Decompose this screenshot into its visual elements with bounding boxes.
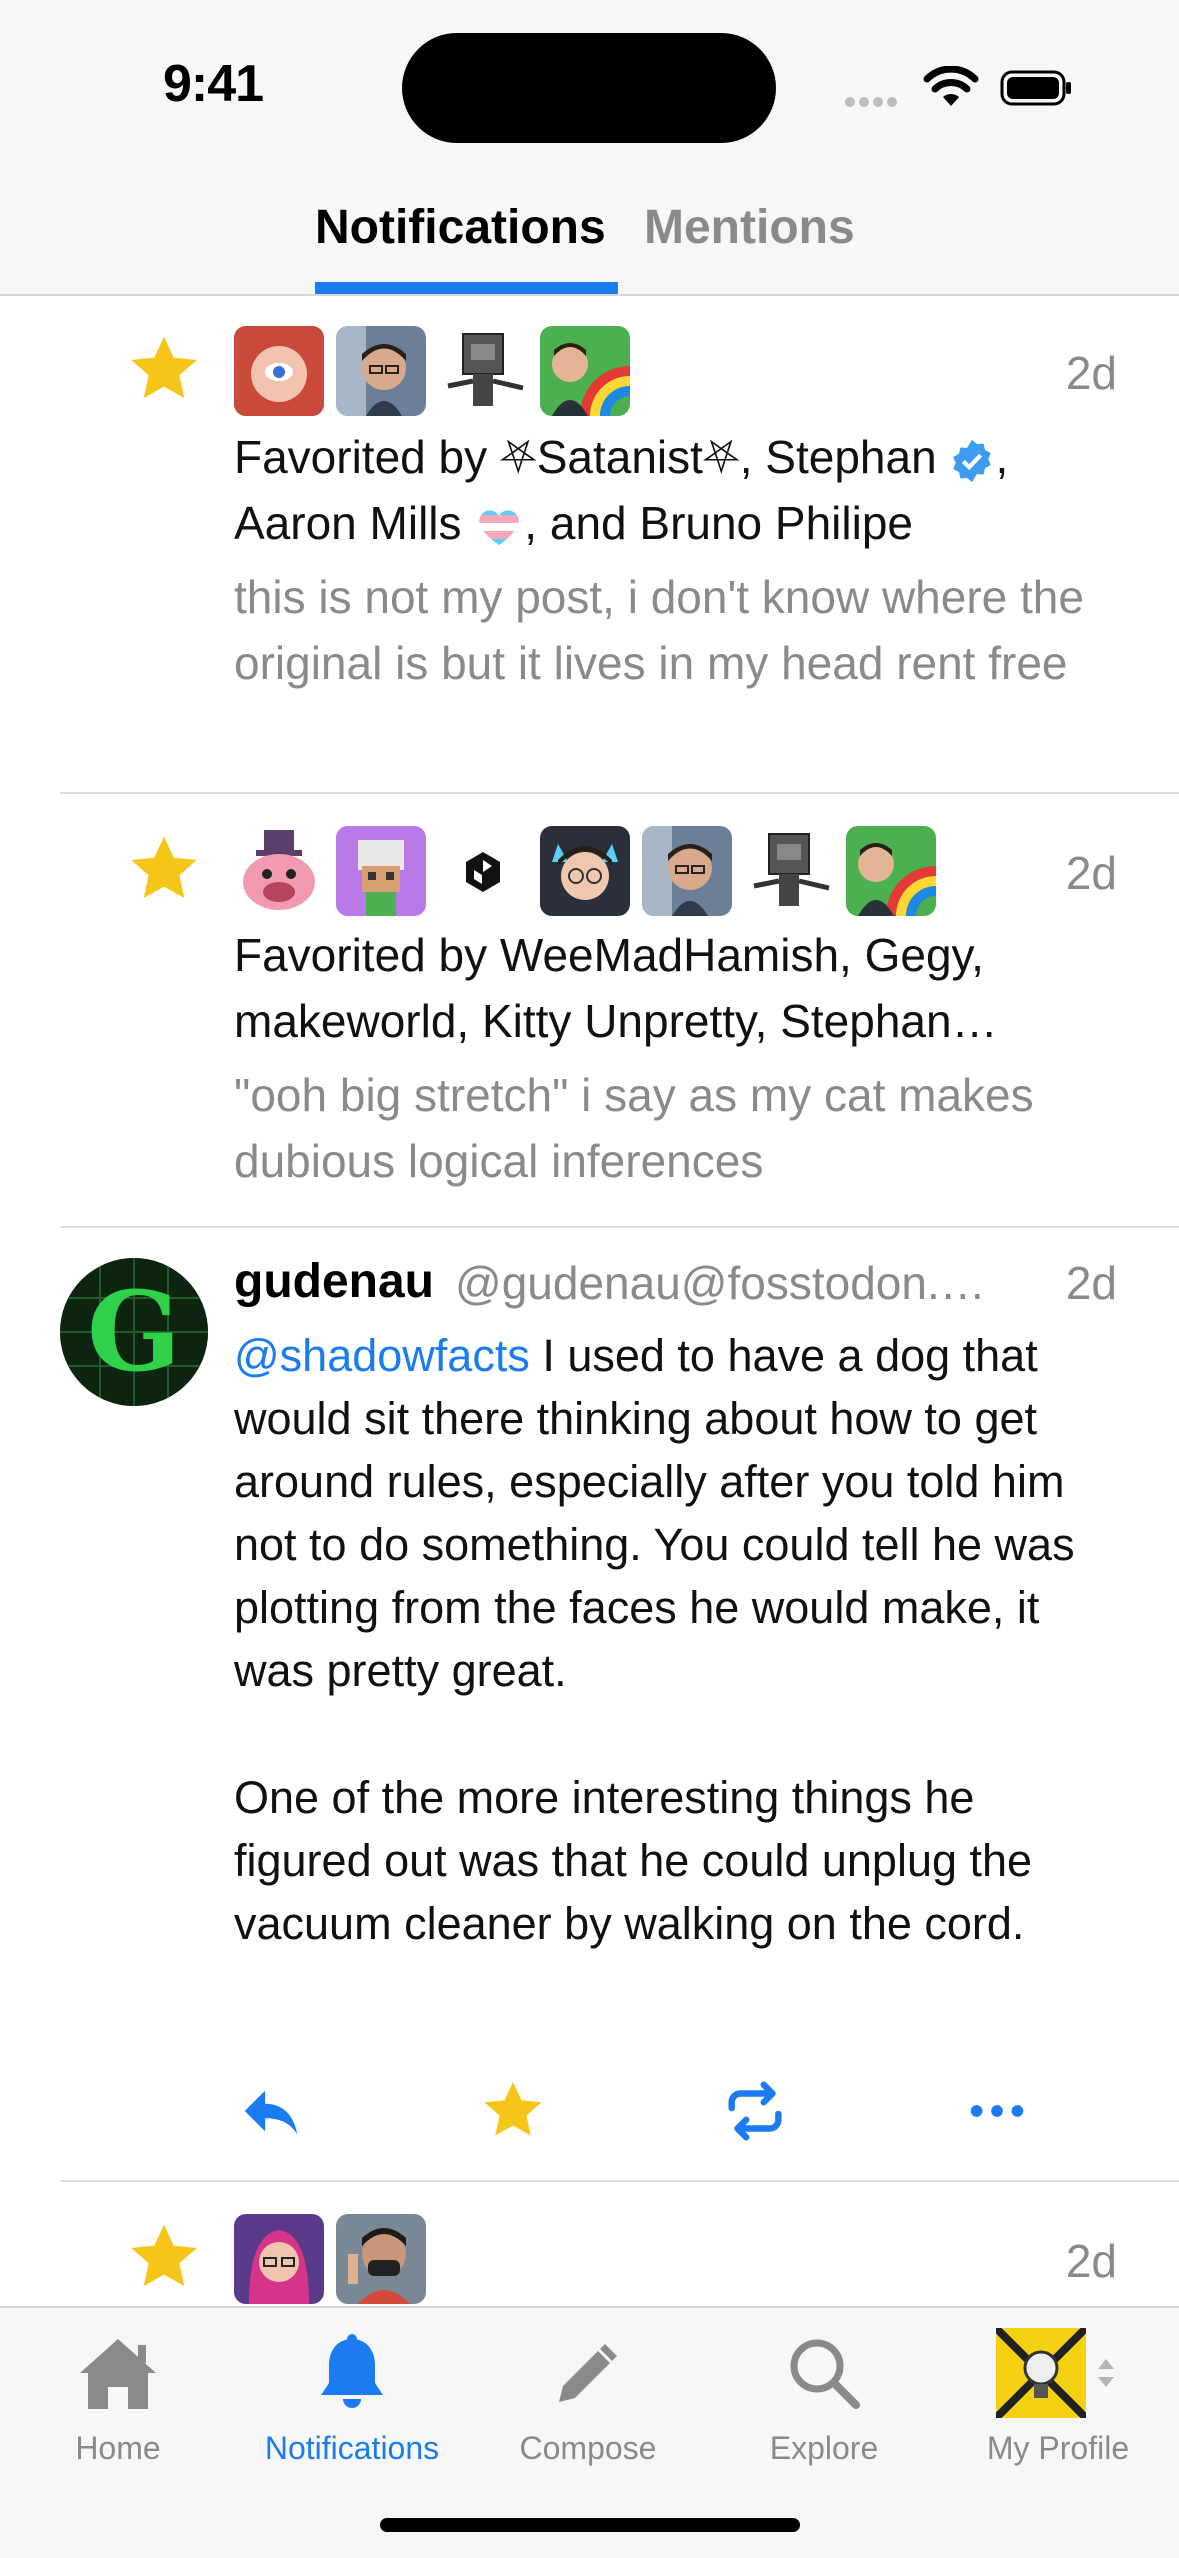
mention-post-row[interactable]: G gudenau @gudenau@fosstodon.… 2d @shado… [0, 1228, 1179, 2182]
post-actions [234, 2076, 1054, 2156]
post-paragraph: I used to have a dog that would sit ther… [234, 1330, 1075, 1696]
post-paragraph: One of the more interesting things he fi… [234, 1772, 1033, 1949]
star-icon [131, 836, 197, 898]
account-name[interactable]: , and Bruno Philipe [524, 497, 913, 549]
avatar[interactable] [336, 826, 426, 916]
avatar[interactable] [438, 326, 528, 416]
tab-label: Explore [769, 2430, 879, 2466]
avatar[interactable] [234, 326, 324, 416]
display-name[interactable]: gudenau [234, 1254, 434, 1309]
svg-text:G: G [87, 1267, 181, 1396]
timestamp: 2d [1065, 1257, 1117, 1309]
account-name[interactable]: ⛧Satanist⛧ [500, 431, 740, 483]
timestamp: 2d [1065, 847, 1117, 899]
reblog-icon[interactable] [720, 2076, 790, 2146]
star-icon [131, 336, 197, 398]
avatar[interactable] [540, 826, 630, 916]
avatar[interactable] [642, 826, 732, 916]
avatar[interactable] [234, 826, 324, 916]
favorited-by-text[interactable]: Favorited by WeeMadHamish, Gegy, makewor… [234, 922, 1114, 1054]
search-icon [790, 2339, 860, 2409]
profile-avatar [996, 2328, 1086, 2418]
dynamic-island [402, 33, 776, 143]
avatar[interactable] [234, 2214, 324, 2304]
chevron-updown-icon [1098, 2359, 1114, 2387]
reply-icon[interactable] [236, 2076, 306, 2146]
home-indicator[interactable] [380, 2518, 800, 2532]
avatar[interactable]: G [60, 1258, 208, 1406]
tab-compose[interactable]: Compose [478, 2328, 698, 2467]
avatar[interactable] [744, 826, 834, 916]
tab-notifications-bar[interactable]: Notifications [242, 2328, 462, 2467]
favorited-post-excerpt[interactable]: this is not my post, i don't know where … [234, 564, 1114, 696]
tab-label: Home [75, 2430, 161, 2466]
avatar[interactable] [336, 326, 426, 416]
status-bar: 9:41 [0, 0, 1179, 180]
wifi-icon [923, 66, 979, 106]
more-options-icon[interactable] [962, 2076, 1032, 2146]
tab-mentions[interactable]: Mentions [644, 200, 855, 255]
account-handle[interactable]: @gudenau@fosstodon.… [455, 1256, 1015, 1310]
avatar[interactable] [846, 826, 936, 916]
favorited-by-text[interactable]: Favorited by ⛧Satanist⛧, Stephan , Aaron… [234, 424, 1114, 556]
tab-notifications[interactable]: Notifications [315, 200, 606, 255]
favorite-notification-row[interactable]: 2d Favorited by WeeMadHamish, Gegy, make… [0, 794, 1179, 1228]
post-content[interactable]: @shadowfacts I used to have a dog that w… [234, 1324, 1114, 1702]
status-time: 9:41 [163, 55, 264, 113]
favorited-by-label: Favorited by [234, 431, 500, 483]
favorite-notification-row[interactable]: 2d Favorited by ⛧Satanist⛧, Stephan , Aa… [0, 296, 1179, 794]
active-tab-indicator [315, 282, 618, 294]
bell-icon [321, 2334, 383, 2408]
avatar[interactable] [540, 326, 630, 416]
star-icon [131, 2224, 197, 2286]
timestamp: 2d [1065, 2235, 1117, 2287]
trans-heart-icon [479, 510, 520, 545]
tab-my-profile[interactable]: My Profile [948, 2328, 1168, 2467]
battery-icon [1000, 70, 1071, 106]
tab-label: Notifications [264, 2430, 440, 2466]
account-name[interactable]: , Stephan [740, 431, 950, 483]
tab-explore[interactable]: Explore [714, 2328, 934, 2467]
tab-label: Compose [519, 2430, 657, 2466]
avatar[interactable] [336, 2214, 426, 2304]
segmented-tabs: Notifications Mentions [0, 180, 1179, 296]
favorited-post-excerpt[interactable]: "ooh big stretch" i say as my cat makes … [234, 1062, 1114, 1194]
cellular-signal-icon [845, 94, 901, 112]
tab-home[interactable]: Home [8, 2328, 228, 2467]
mention-link[interactable]: @shadowfacts [234, 1330, 530, 1381]
favorite-notification-row[interactable]: 2d [0, 2182, 1179, 2306]
separator: , [995, 431, 1009, 483]
favorite-star-icon[interactable] [478, 2076, 548, 2146]
home-icon [80, 2339, 156, 2409]
tab-label: My Profile [986, 2430, 1130, 2466]
timestamp: 2d [1065, 347, 1117, 399]
pencil-icon [559, 2344, 617, 2402]
verified-badge-icon [953, 439, 992, 482]
account-name[interactable]: Aaron Mills [234, 497, 474, 549]
avatar[interactable] [438, 826, 528, 916]
notifications-feed[interactable]: 2d Favorited by ⛧Satanist⛧, Stephan , Aa… [0, 296, 1179, 2306]
